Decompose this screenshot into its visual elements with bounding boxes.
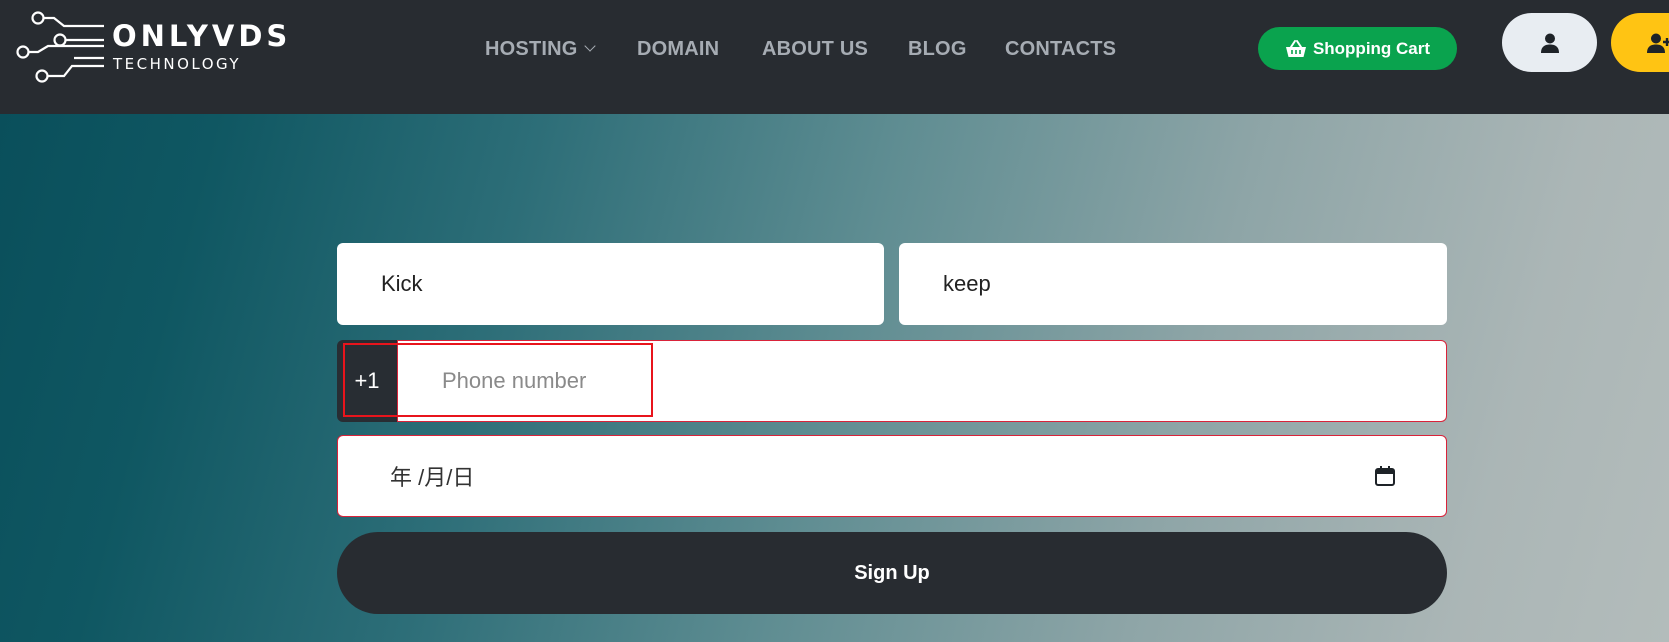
signup-header-button[interactable] [1611,13,1669,72]
last-name-field[interactable]: keep [899,243,1447,325]
sign-up-button[interactable]: Sign Up [337,532,1447,614]
phone-number-input[interactable]: Phone number [397,340,1447,422]
phone-country-code[interactable]: +1 [337,340,397,422]
nav-item-contacts[interactable]: CONTACTS [1005,36,1116,62]
brand-tagline: TECHNOLOGY [113,55,242,73]
brand-name: ONLYVDS [112,19,292,53]
basket-icon [1285,39,1306,57]
nav-item-about-us[interactable]: ABOUT US [762,36,868,62]
shopping-cart-label: Shopping Cart [1312,38,1431,58]
phone-number-placeholder: Phone number [442,368,587,393]
calendar-icon[interactable] [1374,465,1396,487]
date-of-birth-placeholder: 年 /月/日 [390,465,475,490]
nav-item-label: HOSTING [485,38,578,60]
brand-logo[interactable]: ONLYVDS TECHNOLOGY [14,10,294,90]
site-header: ONLYVDS TECHNOLOGY HOSTING DOMAIN ABOUT … [0,0,1669,114]
last-name-value: keep [943,271,991,296]
first-name-value: Kick [381,271,423,296]
user-plus-icon [1647,33,1669,53]
account-button[interactable] [1502,13,1597,72]
shopping-cart-button[interactable]: Shopping Cart [1258,27,1457,70]
circuit-logo-icon [16,11,104,83]
chevron-down-icon [583,40,596,52]
first-name-field[interactable]: Kick [337,243,884,325]
user-icon [1540,33,1559,53]
nav-item-blog[interactable]: BLOG [908,36,967,62]
nav-item-domain[interactable]: DOMAIN [637,36,719,62]
date-of-birth-input[interactable]: 年 /月/日 [337,435,1447,517]
nav-item-hosting[interactable]: HOSTING [485,36,596,62]
